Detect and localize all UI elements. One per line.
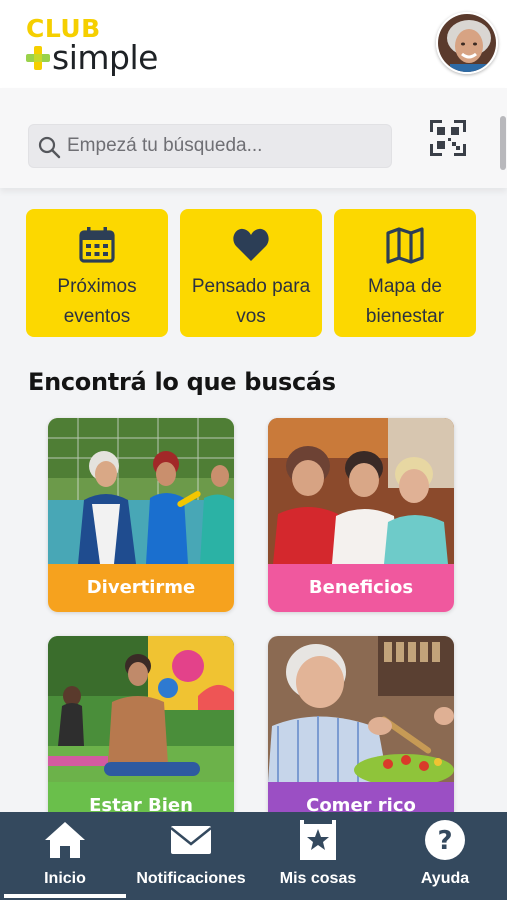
nav-label: Ayuda (420, 870, 470, 887)
section-title: Encontrá lo que buscás (28, 368, 336, 396)
category-label: Divertirme (48, 564, 234, 612)
nav-item-ayuda[interactable]: ? Ayuda (388, 812, 502, 900)
home-icon (45, 822, 85, 858)
avatar-photo (438, 14, 496, 72)
tile-pensado-para-vos[interactable]: Pensado para vos (180, 209, 322, 337)
search-icon (38, 136, 61, 159)
search-section (0, 88, 507, 188)
app-header: CLUB simple (0, 0, 507, 88)
map-icon (386, 227, 424, 264)
nav-label: Mis cosas (279, 870, 357, 887)
beneficios-photo (268, 418, 454, 564)
nav-item-notificaciones[interactable]: Notificaciones (126, 812, 256, 900)
calendar-icon (79, 227, 115, 263)
help-icon: ? (425, 820, 465, 860)
user-avatar[interactable] (436, 12, 498, 74)
tile-label: Mapa de bienestar (365, 276, 445, 327)
svg-text:?: ? (437, 826, 452, 856)
nav-label: Inicio (44, 870, 86, 887)
search-box[interactable] (28, 124, 392, 168)
category-card-comer-rico[interactable]: Comer rico (268, 636, 454, 830)
nav-label: Notificaciones (136, 870, 246, 887)
tile-mapa-de-bienestar[interactable]: Mapa de bienestar (334, 209, 476, 337)
nav-item-inicio[interactable]: Inicio (4, 812, 126, 900)
category-card-divertirme[interactable]: Divertirme (48, 418, 234, 612)
qr-code-icon[interactable] (428, 118, 468, 158)
search-input[interactable] (67, 125, 385, 167)
estar-bien-photo (48, 636, 234, 782)
comer-rico-photo (268, 636, 454, 782)
tile-label: Próximos eventos (57, 276, 137, 327)
divertirme-photo (48, 418, 234, 564)
logo-simple-text: simple (52, 38, 158, 77)
bottom-navigation: Inicio Notificaciones Mis cosas ? Ayuda (0, 812, 507, 900)
envelope-icon (170, 826, 212, 854)
tile-label: Pensado para vos (191, 276, 311, 327)
active-indicator (4, 894, 126, 898)
category-card-beneficios[interactable]: Beneficios (268, 418, 454, 612)
nav-item-mis-cosas[interactable]: Mis cosas (258, 812, 378, 900)
category-label: Beneficios (268, 564, 454, 612)
star-bookmark-icon (300, 820, 336, 860)
category-card-estar-bien[interactable]: Estar Bien (48, 636, 234, 830)
scrollbar-thumb[interactable] (500, 116, 506, 170)
club-simple-logo[interactable]: CLUB simple (26, 14, 186, 78)
logo-plus-icon (26, 46, 50, 70)
heart-icon (233, 228, 269, 261)
tile-proximos-eventos[interactable]: Próximos eventos (26, 209, 168, 337)
